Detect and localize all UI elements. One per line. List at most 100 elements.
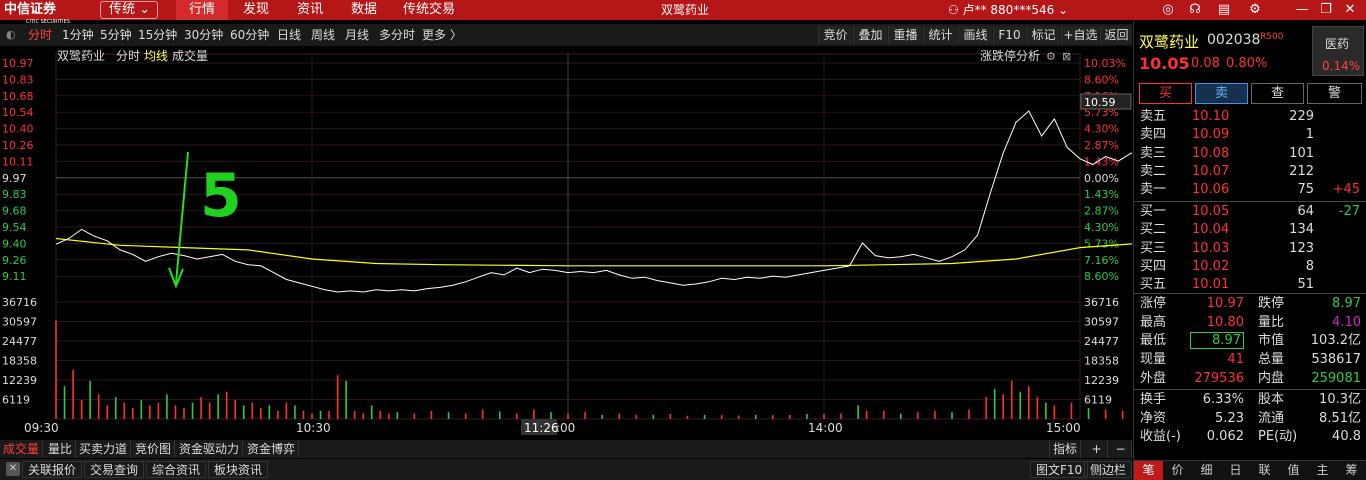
close-icon[interactable]: ✕ [6,462,20,476]
bid-delta [1316,221,1360,239]
period-tab[interactable]: 1分钟 [62,27,94,43]
nav-tab-data[interactable]: 数据 [340,0,388,20]
alert-button[interactable]: 警 [1307,83,1362,104]
user-icon: ⚇ [948,3,959,17]
ask-delta [1316,126,1360,144]
toolbar-button[interactable]: F10 [993,26,1025,44]
period-tab[interactable]: 30分钟 [184,27,223,43]
limit-analysis-label[interactable]: 涨跌停分析 [980,48,1040,63]
bid-delta [1316,258,1360,276]
indicator-menu-button[interactable]: 指标 [1049,440,1082,458]
footer-tab[interactable]: 板块资讯 [208,461,269,478]
indicator-tab[interactable]: 买卖力道 [76,440,132,458]
detail-tab[interactable]: 细 [1192,461,1221,480]
period-tab[interactable]: 多分时 [379,27,415,43]
stat-value: 6.33% [1202,392,1244,407]
period-tab[interactable]: 月线 [345,27,369,43]
mode-dropdown[interactable]: 传统 ⌄ [100,1,158,19]
time-label: :00 [556,421,575,435]
nav-tab-trading[interactable]: 传统交易 [394,0,464,20]
restore-icon[interactable]: ❐ [1318,2,1334,18]
volume-tick-label: 24477 [2,335,37,348]
period-tab[interactable]: 日线 [277,27,301,43]
settings-icon[interactable]: ⚙ [1046,50,1056,63]
pct-tick-label: 8.60% [1084,270,1119,283]
chevron-down-icon: ⌄ [1058,3,1069,17]
indicator-tab[interactable]: 资金博弈 [244,440,300,458]
detail-tab[interactable]: 筹 [1337,461,1366,480]
toolbar-button[interactable]: 画线 [958,26,992,44]
period-tab[interactable]: 分时 [28,27,52,43]
indicator-tab[interactable]: 竞价图 [132,440,176,458]
toolbar-button[interactable]: 返回 [1100,26,1132,44]
period-tab-more[interactable]: 更多 〉 [422,27,462,43]
close-icon[interactable]: ⊠ [1062,50,1071,63]
stat-value: 103.2亿 [1310,333,1361,349]
user-account[interactable]: ⚇ 卢** 880***546 ⌄ [948,0,1068,20]
ask-volume: 229 [1289,109,1314,124]
remove-indicator-button[interactable]: − [1110,440,1132,458]
stat-value: 8.51亿 [1319,410,1361,426]
indicator-tab[interactable]: 成交量 [0,440,44,458]
bid-price: 10.05 [1192,204,1230,219]
toolbar-button[interactable]: 标记 [1026,26,1060,44]
period-tab[interactable]: 5分钟 [100,27,132,43]
settings-icon[interactable]: ⚙ [1247,2,1263,18]
stat-label: 现量 [1140,352,1167,368]
period-tab[interactable]: 15分钟 [138,27,177,43]
sell-button[interactable]: 卖 [1195,83,1248,104]
stat-label: 内盘 [1258,370,1285,386]
ask-delta: +45 [1332,182,1360,198]
bid-level-label: 买一 [1140,204,1167,219]
nav-tab-market[interactable]: 行情 [176,0,228,20]
nav-tab-news[interactable]: 资讯 [286,0,334,20]
detail-tab[interactable]: 联 [1250,461,1279,480]
sector-box[interactable]: 医药 0.14% [1312,26,1364,76]
footer-tab[interactable]: 交易查询 [84,461,145,478]
sidebar-button[interactable]: 侧边栏 [1084,461,1133,478]
cs-icon[interactable]: ◎ [1157,2,1179,18]
detail-tab[interactable]: 日 [1221,461,1250,480]
pct-tick-label: 10.03% [1084,57,1126,70]
minimize-icon[interactable]: — [1294,2,1310,18]
bid-price: 10.03 [1192,240,1230,256]
quote-panel: 双鹭药业 002038 R500 10.05 0.08 0.80% 医药 0.1… [1133,20,1366,480]
toolbar-button[interactable]: 重播 [888,26,922,44]
ask-price: 10.06 [1192,182,1230,198]
close-icon[interactable]: ✕ [1342,2,1358,18]
ask-level-label: 卖三 [1140,145,1167,161]
indicator-tab[interactable]: 资金驱动力 [176,440,244,458]
query-button[interactable]: 查 [1251,83,1304,104]
period-tab[interactable]: 60分钟 [230,27,269,43]
pct-tick-label: 4.30% [1084,123,1119,136]
buy-button[interactable]: 买 [1139,83,1192,104]
period-tab[interactable]: 周线 [311,27,335,43]
toolbar-button[interactable]: 叠加 [853,26,887,44]
detail-tab[interactable]: 主 [1308,461,1337,480]
bid-volume: 64 [1297,204,1314,219]
headset-icon[interactable]: ☊ [1187,2,1203,18]
toolbar-button[interactable]: 竞价 [818,26,852,44]
pct-tick-label: 2.87% [1084,205,1119,218]
detail-tab[interactable]: 价 [1163,461,1192,480]
time-label: 10:30 [296,421,331,435]
stat-label: 最低 [1140,333,1167,349]
chart-mode-label: 分时 [116,49,140,63]
annotation-text: 5 [200,161,242,231]
bid-volume: 134 [1289,222,1314,238]
toolbar-button[interactable]: 统计 [923,26,957,44]
indicator-tab[interactable]: 量比 [45,440,77,458]
current-price-tag-text: 10.59 [1084,96,1116,109]
detail-tab[interactable]: 值 [1279,461,1308,480]
footer-tab[interactable]: 综合资讯 [146,461,207,478]
footer-tab[interactable]: 关联报价 [22,461,83,478]
add-indicator-button[interactable]: + [1086,440,1108,458]
f10-button[interactable]: 图文F10 [1030,461,1089,478]
detail-tab[interactable]: 笔 [1134,461,1163,480]
bid-level-label: 买四 [1140,258,1167,274]
expand-icon[interactable]: ◐ [6,27,20,43]
notes-icon[interactable]: ▤ [1216,2,1232,18]
toolbar-button[interactable]: +自选 [1061,26,1099,44]
intraday-chart[interactable]: 双鹭药业 分时 均线 成交量 涨跌停分析 ⚙ ⊠ 10.97 10.03% 10.8… [0,46,1132,440]
nav-tab-discover[interactable]: 发现 [232,0,280,20]
